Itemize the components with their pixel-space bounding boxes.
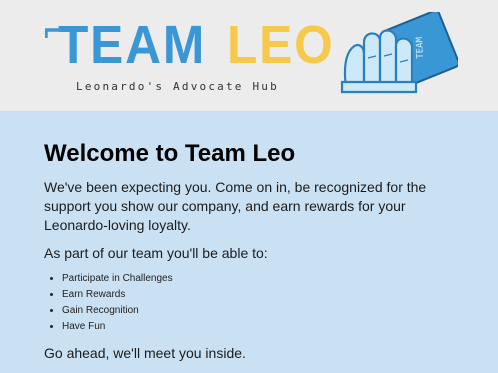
logo-leo-text: LEO — [227, 15, 335, 75]
logo-subtitle: Leonardo's Advocate Hub — [76, 80, 279, 93]
benefits-list: Participate in Challenges Earn Rewards G… — [44, 271, 464, 335]
main-content: Welcome to Team Leo We've been expecting… — [44, 140, 464, 361]
hand-card-text: TEAM — [415, 36, 426, 59]
list-item: Earn Rewards — [62, 287, 464, 303]
email-page: TEAM LEO TEAM Leonardo's Advocate Hub We… — [0, 0, 498, 373]
intro-paragraph: We've been expecting you. Come on in, be… — [44, 179, 427, 233]
page-title: Welcome to Team Leo — [44, 140, 296, 167]
outro-paragraph: Go ahead, we'll meet you inside. — [44, 345, 246, 361]
list-item: Gain Recognition — [62, 303, 464, 319]
header-banner: TEAM LEO TEAM Leonardo's Advocate Hub — [0, 0, 498, 112]
list-item: Participate in Challenges — [62, 271, 464, 287]
hand-holding-card-icon: TEAM — [340, 12, 458, 94]
list-item: Have Fun — [62, 319, 464, 335]
logo-team-text: TEAM — [58, 15, 207, 75]
benefits-lead: As part of our team you'll be able to: — [44, 245, 268, 261]
